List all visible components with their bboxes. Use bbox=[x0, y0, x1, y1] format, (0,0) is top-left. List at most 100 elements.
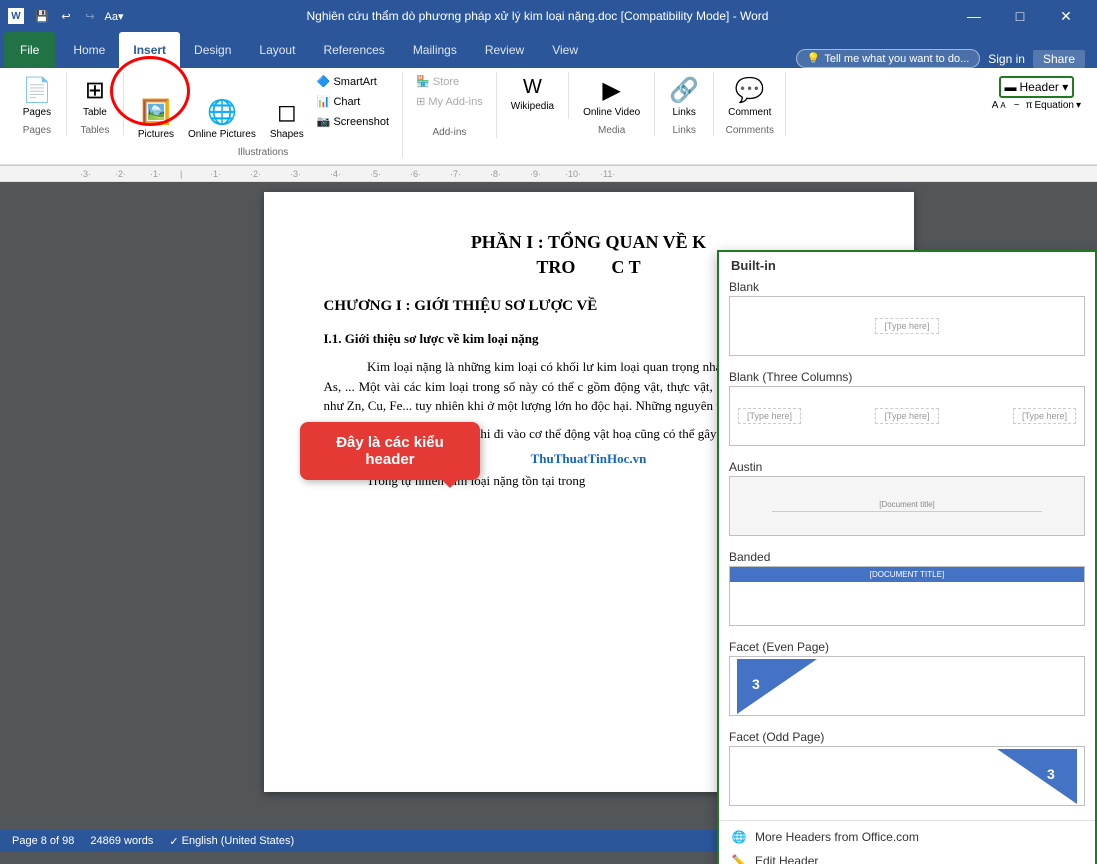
more-headers-icon: 🌐 bbox=[731, 830, 747, 844]
comment-btn[interactable]: 💬 Comment bbox=[722, 72, 777, 123]
blank3col-text-3: [Type here] bbox=[1013, 408, 1076, 424]
header-dropdown[interactable]: Built-in Blank [Type here] Blank (Three … bbox=[717, 250, 1097, 864]
ribbon: File Home Insert Design Layout Reference… bbox=[0, 32, 1097, 166]
tell-me-label: Tell me what you want to do... bbox=[824, 53, 969, 65]
header-austin-item[interactable]: Austin [Document title] bbox=[719, 456, 1095, 546]
close-btn[interactable]: ✕ bbox=[1043, 0, 1089, 32]
smartart-icon: 🔷 bbox=[317, 75, 331, 88]
quick-access-toolbar: 💾 ↩ ↪ Aa▾ bbox=[32, 6, 124, 26]
blank3col-text-2: [Type here] bbox=[875, 408, 938, 424]
wikipedia-btn[interactable]: W Wikipedia bbox=[505, 72, 560, 117]
online-video-icon: ▶ bbox=[602, 76, 620, 105]
austin-preview: [Document title] bbox=[729, 476, 1085, 536]
screenshot-btn[interactable]: 📷 Screenshot bbox=[312, 112, 394, 131]
undo-qat-btn[interactable]: ↩ bbox=[56, 6, 76, 26]
header-banded-item[interactable]: Banded [DOCUMENT TITLE] bbox=[719, 546, 1095, 636]
sign-in-btn[interactable]: Sign in bbox=[988, 52, 1025, 66]
ruler: ·3· ·2· ·1· | ·1· ·2· ·3· ·4· ·5· ·6· ·7… bbox=[0, 166, 1097, 182]
tab-layout[interactable]: Layout bbox=[245, 32, 309, 68]
header-btn-label: Header ▾ bbox=[1020, 80, 1069, 94]
austin-preview-text: [Document title] bbox=[772, 500, 1042, 512]
save-qat-btn[interactable]: 💾 bbox=[32, 6, 52, 26]
blank3col-label: Blank (Three Columns) bbox=[729, 370, 1085, 384]
blank-preview: [Type here] bbox=[729, 296, 1085, 356]
window-title: Nghiên cứu thẩm dò phương pháp xử lý kim… bbox=[124, 9, 951, 23]
header-facet-even-item[interactable]: Facet (Even Page) 3 bbox=[719, 636, 1095, 726]
shapes-btn[interactable]: ◻ Shapes bbox=[264, 94, 310, 145]
banded-bar: [DOCUMENT TITLE] bbox=[730, 567, 1084, 582]
tooltip-bubble: Đây là các kiểu header bbox=[300, 422, 480, 480]
window-controls: — □ ✕ bbox=[951, 0, 1089, 32]
language: ✓ English (United States) bbox=[169, 835, 294, 848]
header-icon: ▬ bbox=[1005, 80, 1017, 94]
header-dropdown-scroll: Built-in Blank [Type here] Blank (Three … bbox=[719, 252, 1095, 864]
lightbulb-icon: 💡 bbox=[807, 52, 821, 65]
tab-home[interactable]: Home bbox=[59, 32, 119, 68]
scroll-left bbox=[0, 182, 80, 864]
ribbon-content: 📄 Pages Pages ⊞ Table Tables 🖼️ Pictures bbox=[0, 68, 1097, 165]
more-headers-label: More Headers from Office.com bbox=[755, 830, 919, 844]
pages-btn[interactable]: 📄 Pages bbox=[16, 72, 58, 123]
built-in-label: Built-in bbox=[719, 252, 1095, 276]
banded-label: Banded bbox=[729, 550, 1085, 564]
online-pictures-btn[interactable]: 🌐 Online Pictures bbox=[182, 94, 262, 145]
maximize-btn[interactable]: □ bbox=[997, 0, 1043, 32]
online-pictures-icon: 🌐 bbox=[207, 98, 237, 127]
tab-review[interactable]: Review bbox=[471, 32, 538, 68]
customize-qat-btn[interactable]: Aa▾ bbox=[104, 6, 124, 26]
ribbon-group-wikipedia: W Wikipedia bbox=[497, 72, 569, 119]
header-footer-group: ▬ Header ▾ AA ~ π Equation ▾ bbox=[984, 72, 1089, 115]
links-btn[interactable]: 🔗 Links bbox=[663, 72, 705, 123]
header-facet-odd-item[interactable]: Facet (Odd Page) 3 bbox=[719, 726, 1095, 816]
blank-preview-text: [Type here] bbox=[875, 318, 938, 334]
svg-text:3: 3 bbox=[752, 676, 760, 692]
smartart-btn[interactable]: 🔷 SmartArt bbox=[312, 72, 394, 91]
chart-btn[interactable]: 📊 Chart bbox=[312, 92, 394, 111]
my-addins-icon: ⊞ bbox=[416, 95, 425, 108]
ribbon-tabs: File Home Insert Design Layout Reference… bbox=[0, 32, 1097, 68]
ribbon-group-media: ▶ Online Video Media bbox=[569, 72, 655, 136]
share-btn[interactable]: Share bbox=[1033, 50, 1085, 68]
word-icon: W bbox=[8, 8, 24, 24]
svg-text:3: 3 bbox=[1047, 766, 1055, 782]
title-bar: W 💾 ↩ ↪ Aa▾ Nghiên cứu thẩm dò phương ph… bbox=[0, 0, 1097, 32]
edit-header-label: Edit Header bbox=[755, 854, 818, 864]
blank-label: Blank bbox=[729, 280, 1085, 294]
pictures-btn[interactable]: 🖼️ Pictures bbox=[132, 94, 180, 145]
shapes-icon: ◻ bbox=[277, 98, 297, 127]
title-bar-left: W 💾 ↩ ↪ Aa▾ bbox=[8, 6, 124, 26]
table-btn[interactable]: ⊞ Table bbox=[75, 72, 115, 123]
header-btn[interactable]: ▬ Header ▾ bbox=[999, 76, 1075, 98]
my-addins-btn[interactable]: ⊞ My Add-ins bbox=[411, 92, 488, 111]
wikipedia-icon: W bbox=[523, 76, 542, 99]
pictures-icon: 🖼️ bbox=[141, 98, 171, 127]
banded-preview: [DOCUMENT TITLE] bbox=[729, 566, 1085, 626]
minimize-btn[interactable]: — bbox=[951, 0, 997, 32]
spelling-icon: ✓ bbox=[169, 835, 178, 848]
tooltip-text: Đây là các kiểu header bbox=[336, 434, 444, 468]
edit-header-icon: ✏️ bbox=[731, 854, 747, 864]
font-size-controls[interactable]: AA ~ π Equation ▾ bbox=[992, 100, 1081, 111]
tab-mailings[interactable]: Mailings bbox=[399, 32, 471, 68]
store-btn[interactable]: 🏪 Store bbox=[411, 72, 488, 91]
dropdown-divider-1 bbox=[719, 820, 1095, 821]
header-blank3col-item[interactable]: Blank (Three Columns) [Type here] [Type … bbox=[719, 366, 1095, 456]
more-headers-item[interactable]: 🌐 More Headers from Office.com bbox=[719, 825, 1095, 849]
blank3col-text-1: [Type here] bbox=[738, 408, 801, 424]
ribbon-group-links: 🔗 Links Links bbox=[655, 72, 714, 136]
tab-design[interactable]: Design bbox=[180, 32, 245, 68]
online-video-btn[interactable]: ▶ Online Video bbox=[577, 72, 646, 123]
header-blank-item[interactable]: Blank [Type here] bbox=[719, 276, 1095, 366]
edit-header-item[interactable]: ✏️ Edit Header bbox=[719, 849, 1095, 864]
tab-view[interactable]: View bbox=[538, 32, 592, 68]
austin-label: Austin bbox=[729, 460, 1085, 474]
facet-odd-preview: 3 bbox=[729, 746, 1085, 806]
tab-file[interactable]: File bbox=[4, 32, 55, 68]
tab-references[interactable]: References bbox=[309, 32, 398, 68]
tell-me-input[interactable]: 💡 Tell me what you want to do... bbox=[796, 49, 981, 68]
tab-insert[interactable]: Insert bbox=[119, 32, 180, 68]
ribbon-group-pages: 📄 Pages Pages bbox=[8, 72, 67, 136]
word-count: 24869 words bbox=[90, 835, 153, 847]
ribbon-group-addins: 🏪 Store ⊞ My Add-ins Add-ins bbox=[403, 72, 497, 138]
redo-qat-btn[interactable]: ↪ bbox=[80, 6, 100, 26]
